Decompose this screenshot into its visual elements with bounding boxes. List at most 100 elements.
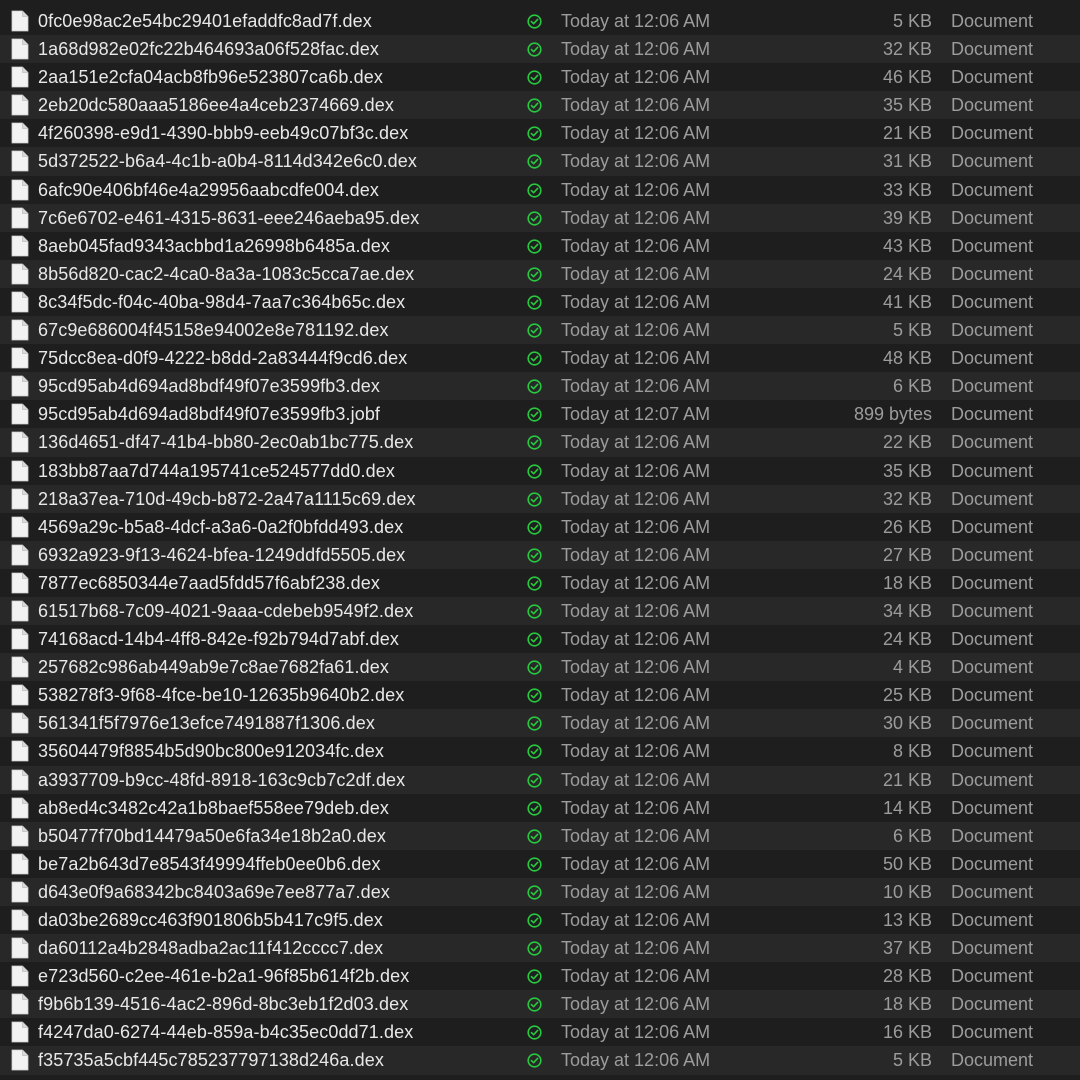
checkmark-circle-icon [527,463,542,479]
file-row[interactable]: a3937709-b9cc-48fd-8918-163c9cb7c2df.dex… [0,765,1080,794]
file-row[interactable]: 2aa151e2cfa04acb8fb96e523807ca6b.dex Toda… [0,63,1080,92]
date-modified: Today at 12:06 AM [561,11,711,31]
file-size: 21 KB [882,769,932,790]
document-icon [11,263,29,285]
file-row[interactable]: 6afc90e406bf46e4a29956aabcdfe004.dex Toda… [0,175,1080,204]
file-row[interactable]: 8b56d820-cac2-4ca0-8a3a-1083c5cca7ae.dex… [0,259,1080,288]
document-icon [11,291,29,313]
file-row[interactable]: 538278f3-9f68-4fce-be10-12635b9640b2.dex… [0,681,1080,710]
checkmark-circle-icon [527,211,542,226]
file-name: f9b6b139-4516-4ac2-896d-8bc3eb1f2d03.dex [38,994,409,1015]
file-row[interactable]: 95cd95ab4d694ad8bdf49f07e3599fb3.jobf Tod… [0,400,1080,429]
document-icon [11,684,29,706]
date-modified: Today at 12:06 AM [561,600,711,621]
file-row[interactable]: 67c9e686004f45158e94002e8e781192.dex Toda… [0,316,1080,345]
file-row[interactable]: 4f260398-e9d1-4390-bbb9-eeb49c07bf3c.dex… [0,119,1080,148]
checkmark-circle-icon [527,154,542,170]
file-name: 67c9e686004f45158e94002e8e781192.dex [38,320,389,341]
file-row[interactable]: 95cd95ab4d694ad8bdf49f07e3599fb3.dex Toda… [0,372,1080,401]
file-row[interactable]: 6932a923-9f13-4624-bfea-1249ddfd5505.dex… [0,540,1080,569]
document-icon [11,853,29,875]
file-name: d643e0f9a68342bc8403a69e7ee877a7.dex [38,881,390,902]
date-modified: Today at 12:06 AM [561,741,711,762]
file-kind: Document [951,629,1034,650]
file-size: 18 KB [882,994,932,1015]
file-size: 899 bytes [853,404,932,425]
document-icon [11,347,29,369]
file-row[interactable]: f35735a5cbf445c785237797138d246a.dex Toda… [0,1046,1080,1075]
date-modified: Today at 12:06 AM [561,123,711,144]
file-row[interactable]: ab8ed4c3482c42a1b8baef558ee79deb.dex Toda… [0,793,1080,822]
document-icon [11,403,29,425]
file-size: 48 KB [882,348,932,369]
file-kind: Document [951,600,1034,621]
file-row[interactable]: 1a68d982e02fc22b464693a06f528fac.dex Toda… [0,35,1080,64]
file-kind: Document [951,966,1034,987]
file-name: 2eb20dc580aaa5186ee4a4ceb2374669.dex [38,95,394,116]
document-icon [11,965,29,987]
date-modified: Today at 12:06 AM [561,966,711,987]
checkmark-circle-icon [527,435,542,451]
file-kind: Document [951,797,1034,818]
file-row[interactable]: 75dcc8ea-d0f9-4222-b8dd-2a83444f9cd6.dex… [0,344,1080,373]
file-row[interactable]: 61517b68-7c09-4021-9aaa-cdebeb9549f2.dex… [0,596,1080,626]
file-size: 25 KB [882,685,932,706]
file-row[interactable]: f4247da0-6274-44eb-859a-b4c35ec0dd71.dex… [0,1018,1080,1047]
file-row[interactable]: 0fc0e98ac2e54bc29401efaddfc8ad7f.dex Toda… [0,7,1080,36]
file-row[interactable]: 35604479f8854b5d90bc800e912034fc.dex Toda… [0,737,1080,766]
file-size: 13 KB [882,910,932,930]
file-row[interactable]: d643e0f9a68342bc8403a69e7ee877a7.dex Toda… [0,877,1080,906]
file-row[interactable]: 2eb20dc580aaa5186ee4a4ceb2374669.dex Toda… [0,91,1080,120]
file-kind: Document [951,432,1034,453]
file-row[interactable]: 8aeb045fad9343acbbd1a26998b6485a.dex Toda… [0,231,1080,260]
document-icon [11,712,29,734]
file-row[interactable]: 257682c986ab449ab9e7c8ae7682fa61.dex Toda… [0,653,1080,682]
checkmark-circle-icon [527,772,542,788]
file-row[interactable]: f9b6b139-4516-4ac2-896d-8bc3eb1f2d03.dex… [0,990,1080,1019]
file-name: da03be2689cc463f901806b5b417c9f5.dex [38,910,383,930]
date-modified: Today at 12:06 AM [561,235,711,256]
file-row[interactable]: 74168acd-14b4-4ff8-842e-f92b794d7abf.dex… [0,625,1080,654]
file-name: 35604479f8854b5d90bc800e912034fc.dex [38,741,384,762]
file-row[interactable]: da60112a4b2848adba2ac11f412cccc7.dex Toda… [0,934,1080,963]
file-row[interactable]: 183bb87aa7d744a195741ce524577dd0.dex Toda… [0,456,1080,485]
document-icon [11,150,29,172]
file-name: 8aeb045fad9343acbbd1a26998b6485a.dex [38,235,390,256]
date-modified: Today at 12:06 AM [561,1022,711,1043]
document-icon [11,825,29,847]
file-size: 30 KB [882,713,932,734]
document-icon [11,431,29,453]
file-kind: Document [951,67,1034,88]
file-row[interactable]: be7a2b643d7e8543f49994ffeb0ee0b6.dex Toda… [0,849,1080,878]
file-kind: Document [951,488,1034,509]
file-kind: Document [951,151,1034,172]
date-modified: Today at 12:06 AM [561,432,711,453]
checkmark-circle-icon [527,70,542,85]
document-icon [11,1049,29,1071]
file-row[interactable]: 4569a29c-b5a8-4dcf-a3a6-0a2f0bfdd493.dex… [0,512,1080,541]
file-size: 6 KB [892,376,932,397]
file-kind: Document [951,1050,1034,1071]
file-row[interactable]: b50477f70bd14479a50e6fa34e18b2a0.dex Toda… [0,821,1080,850]
date-modified: Today at 12:06 AM [561,151,711,172]
file-row[interactable]: 136d4651-df47-41b4-bb80-2ec0ab1bc775.dex… [0,428,1080,457]
file-row[interactable]: 8c34f5dc-f04c-40ba-98d4-7aa7c364b65c.dex… [0,287,1080,317]
file-row[interactable]: 7c6e6702-e461-4315-8631-eee246aeba95.dex… [0,203,1080,232]
document-icon [11,319,29,341]
file-size: 10 KB [882,881,932,902]
checkmark-circle-icon [527,267,542,282]
date-modified: Today at 12:06 AM [561,572,711,593]
file-name: f35735a5cbf445c785237797138d246a.dex [38,1050,384,1071]
file-row[interactable]: e723d560-c2ee-461e-b2a1-96f85b614f2b.dex… [0,962,1080,991]
document-icon [11,10,29,32]
file-name: 75dcc8ea-d0f9-4222-b8dd-2a83444f9cd6.dex [38,348,408,369]
file-size: 24 KB [882,263,932,284]
file-row[interactable]: 5d372522-b6a4-4c1b-a0b4-8114d342e6c0.dex… [0,147,1080,176]
file-row[interactable]: 7877ec6850344e7aad5fdd57f6abf238.dex Toda… [0,568,1080,597]
file-name: 95cd95ab4d694ad8bdf49f07e3599fb3.dex [38,376,380,397]
file-row[interactable]: 561341f5f7976e13efce7491887f1306.dex Toda… [0,709,1080,738]
file-kind: Document [951,460,1034,481]
file-row[interactable]: da03be2689cc463f901806b5b417c9f5.dex Toda… [0,906,1080,935]
file-name: e723d560-c2ee-461e-b2a1-96f85b614f2b.dex [38,966,410,987]
file-row[interactable]: 218a37ea-710d-49cb-b872-2a47a1115c69.dex… [0,484,1080,513]
